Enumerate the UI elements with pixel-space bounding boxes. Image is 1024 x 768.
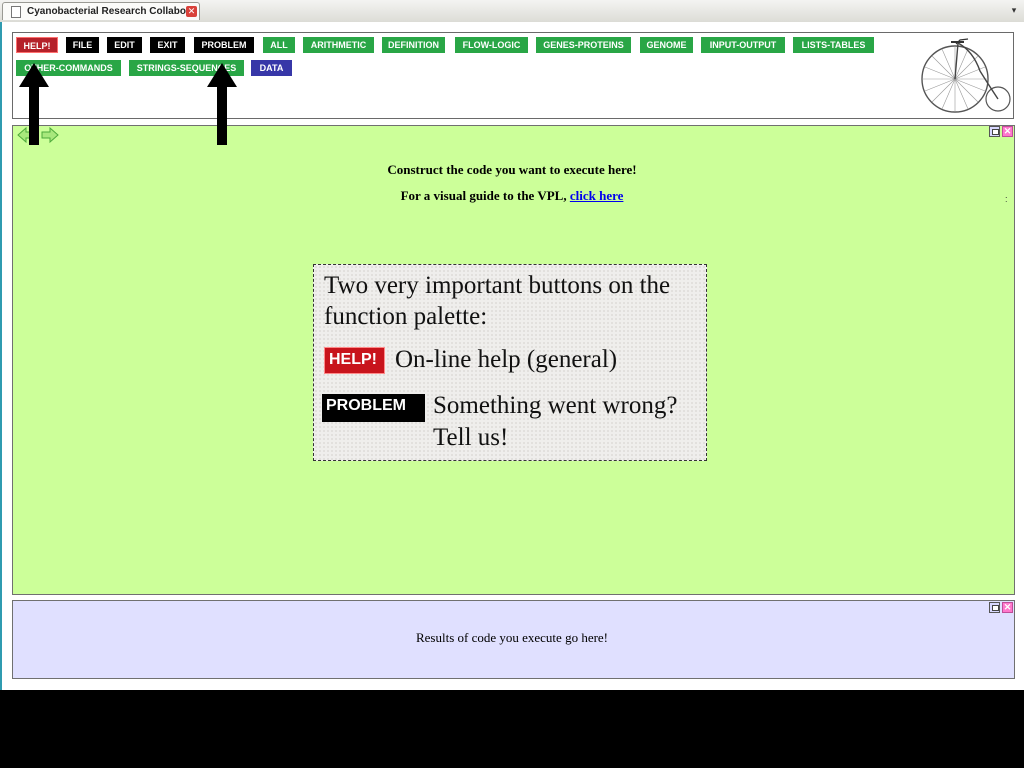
category-input-output-button[interactable]: INPUT-OUTPUT (701, 37, 785, 53)
tab-close-icon[interactable]: ✕ (186, 6, 197, 17)
callout-help-button: HELP! (324, 347, 385, 374)
callout-title: Two very important buttons on the functi… (324, 272, 671, 330)
arrow-to-problem-icon (207, 63, 237, 145)
file-button[interactable]: FILE (66, 37, 99, 53)
tab-list-dropdown-icon[interactable]: ▾ (1006, 2, 1022, 18)
help-button[interactable]: HELP! (16, 37, 58, 53)
visual-guide-text: For a visual guide to the VPL, (400, 188, 570, 203)
category-lists-tables-button[interactable]: LISTS-TABLES (793, 37, 874, 53)
visual-guide-line: For a visual guide to the VPL, click her… (0, 188, 1024, 204)
browser-tab-title: Cyanobacterial Research Collabo... (27, 6, 195, 17)
document-icon (11, 6, 21, 18)
category-all-button[interactable]: ALL (263, 37, 295, 53)
results-placeholder: Results of code you execute go here! (415, 630, 609, 645)
category-flow-logic-button[interactable]: FLOW-LOGIC (455, 37, 528, 53)
callout-problem-text: Something went wrong? (433, 392, 678, 419)
callout-problem-button: PROBLEM (322, 394, 425, 422)
visual-guide-link[interactable]: click here (570, 188, 624, 203)
browser-tab[interactable]: Cyanobacterial Research Collabo... ✕ (2, 2, 200, 20)
minimize-pane-icon[interactable] (989, 126, 1000, 137)
browser-tab-bar: Cyanobacterial Research Collabo... ✕ ▾ (0, 0, 1024, 23)
callout-help-text: On-line help (general) (395, 346, 618, 373)
category-definition-button[interactable]: DEFINITION (382, 37, 445, 53)
data-button[interactable]: DATA (251, 60, 292, 76)
problem-button[interactable]: PROBLEM (194, 37, 254, 53)
category-genome-button[interactable]: GENOME (640, 37, 693, 53)
category-genes-proteins-button[interactable]: GENES-PROTEINS (536, 37, 631, 53)
editor-instruction: Construct the code you want to execute h… (387, 162, 637, 177)
editor-marker: : (1005, 194, 1008, 204)
close-pane-icon[interactable]: ✕ (1002, 126, 1013, 137)
results-close-icon[interactable]: ✕ (1002, 602, 1013, 613)
edit-button[interactable]: EDIT (107, 37, 142, 53)
results-minimize-icon[interactable] (989, 602, 1000, 613)
callout-problem-text-2: Tell us! (433, 424, 509, 451)
category-arithmetic-button[interactable]: ARITHMETIC (303, 37, 374, 53)
arrow-to-help-icon (19, 63, 49, 145)
penny-farthing-logo (921, 38, 1011, 113)
exit-button[interactable]: EXIT (150, 37, 185, 53)
